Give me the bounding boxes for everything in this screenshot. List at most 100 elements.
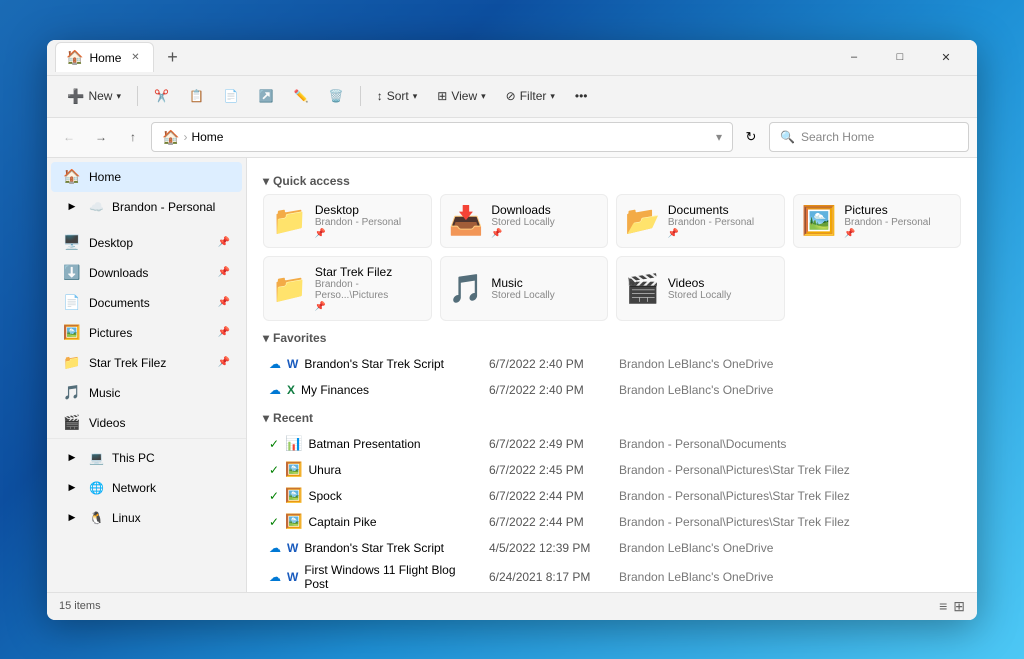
copy-button[interactable]: 📋 (181, 81, 212, 111)
quick-item-videos-text: Videos Stored Locally (668, 276, 731, 301)
sidebar-brandon-label: Brandon - Personal (112, 200, 215, 214)
paste-button[interactable]: 📄 (216, 81, 247, 111)
sidebar-item-home[interactable]: 🏠 Home (51, 162, 242, 192)
sidebar-item-videos[interactable]: 🎬 Videos (51, 408, 242, 438)
cut-button[interactable]: ✂️ (146, 81, 177, 111)
filter-chevron-icon: ▾ (550, 91, 555, 102)
sidebar-item-brandon[interactable]: ▶ ☁️ Brandon - Personal (51, 192, 242, 222)
share-icon: ↗️ (259, 89, 274, 103)
synced-icon: ✓ (269, 437, 279, 451)
synced-icon: ✓ (269, 515, 279, 529)
excel-file-icon: X (287, 383, 295, 397)
sidebar-item-desktop[interactable]: 🖥️ Desktop 📌 (51, 228, 242, 258)
table-row[interactable]: ☁ W Brandon's Star Trek Script 6/7/2022 … (263, 351, 961, 377)
forward-button[interactable]: → (87, 123, 115, 151)
new-button[interactable]: ➕ New ▾ (59, 81, 129, 111)
filter-button[interactable]: ⊘ Filter ▾ (498, 81, 563, 111)
minimize-button[interactable]: – (831, 40, 877, 76)
quick-item-desktop-sub: Brandon - Personal (315, 217, 401, 228)
filter-label: Filter (520, 89, 547, 103)
tab-close-button[interactable]: ✕ (127, 50, 143, 66)
file-name: Batman Presentation (309, 437, 421, 451)
home-icon: 🏠 (63, 168, 81, 185)
sidebar-item-documents[interactable]: 📄 Documents 📌 (51, 288, 242, 318)
table-row[interactable]: ✓ 🖼️ Uhura 6/7/2022 2:45 PM Brandon - Pe… (263, 457, 961, 483)
chevron-right-icon: ▶ (63, 201, 81, 212)
sort-button[interactable]: ↕ Sort ▾ (369, 81, 426, 111)
share-button[interactable]: ↗️ (251, 81, 282, 111)
sidebar-item-network[interactable]: ▶ 🌐 Network (51, 473, 242, 503)
sidebar-item-startrek[interactable]: 📁 Star Trek Filez 📌 (51, 348, 242, 378)
file-location: Brandon - Personal\Pictures\Star Trek Fi… (613, 509, 961, 535)
quick-item-music[interactable]: 🎵 Music Stored Locally (440, 256, 609, 321)
pin-icon-doc: 📌 (218, 297, 230, 308)
cloud-icon: ☁️ (89, 200, 104, 214)
file-location: Brandon LeBlanc's OneDrive (613, 377, 961, 403)
new-icon: ➕ (67, 88, 84, 105)
file-date: 6/7/2022 2:45 PM (483, 457, 613, 483)
search-box[interactable]: 🔍 Search Home (769, 122, 969, 152)
file-location: Brandon - Personal\Pictures\Star Trek Fi… (613, 457, 961, 483)
view-button[interactable]: ⊞ View ▾ (429, 81, 493, 111)
pptx-icon: 📊 (285, 435, 302, 452)
up-button[interactable]: ↑ (119, 123, 147, 151)
back-button[interactable]: ← (55, 123, 83, 151)
sidebar-startrek-label: Star Trek Filez (89, 356, 166, 370)
table-row[interactable]: ✓ 📊 Batman Presentation 6/7/2022 2:49 PM… (263, 431, 961, 457)
quick-item-pictures[interactable]: 🖼️ Pictures Brandon - Personal 📌 (793, 194, 962, 248)
sidebar-item-music[interactable]: 🎵 Music (51, 378, 242, 408)
sidebar-network-label: Network (112, 481, 156, 495)
folder-downloads-icon: 📥 (449, 204, 484, 237)
tab-home-icon: 🏠 (66, 49, 83, 66)
quick-item-videos[interactable]: 🎬 Videos Stored Locally (616, 256, 785, 321)
rename-button[interactable]: ✏️ (286, 81, 317, 111)
sidebar-item-pictures[interactable]: 🖼️ Pictures 📌 (51, 318, 242, 348)
recent-chevron-icon: ▾ (263, 411, 269, 425)
sidebar-item-thispc[interactable]: ▶ 💻 This PC (51, 443, 242, 473)
file-name-cell: ☁ W Brandon's Star Trek Script (269, 357, 477, 371)
refresh-button[interactable]: ↻ (737, 123, 765, 151)
file-location: Brandon LeBlanc's OneDrive (613, 535, 961, 561)
more-button[interactable]: ••• (567, 81, 596, 111)
close-button[interactable]: ✕ (923, 40, 969, 76)
new-tab-button[interactable]: + (158, 43, 186, 71)
table-row[interactable]: ☁ X My Finances 6/7/2022 2:40 PM Brandon… (263, 377, 961, 403)
table-row[interactable]: ✓ 🖼️ Captain Pike 6/7/2022 2:44 PM Brand… (263, 509, 961, 535)
sidebar-item-linux[interactable]: ▶ 🐧 Linux (51, 503, 242, 533)
status-bar: 15 items ≡ ⊞ (47, 592, 977, 620)
address-path[interactable]: 🏠 › Home ▾ (151, 122, 733, 152)
file-date: 4/5/2022 12:39 PM (483, 535, 613, 561)
quick-access-header: ▾ Quick access (263, 174, 961, 188)
sidebar-item-downloads[interactable]: ⬇️ Downloads 📌 (51, 258, 242, 288)
quick-item-documents[interactable]: 📂 Documents Brandon - Personal 📌 (616, 194, 785, 248)
file-location: Brandon LeBlanc's OneDrive (613, 351, 961, 377)
pin-icon: 📌 (218, 237, 230, 248)
quick-item-downloads[interactable]: 📥 Downloads Stored Locally 📌 (440, 194, 609, 248)
cut-icon: ✂️ (154, 89, 169, 103)
quick-item-documents-pin: 📌 (668, 228, 754, 239)
file-name: Spock (309, 489, 342, 503)
list-view-button[interactable]: ≡ (939, 598, 947, 615)
path-dropdown-icon[interactable]: ▾ (716, 130, 722, 144)
onedrive-status-icon: ☁ (269, 570, 281, 584)
quick-item-desktop-text: Desktop Brandon - Personal 📌 (315, 203, 401, 239)
file-name: My Finances (301, 383, 369, 397)
maximize-button[interactable]: □ (877, 40, 923, 76)
home-tab[interactable]: 🏠 Home ✕ (55, 42, 154, 72)
grid-view-button[interactable]: ⊞ (953, 598, 965, 615)
quick-item-startrek[interactable]: 📁 Star Trek Filez Brandon - Perso...\Pic… (263, 256, 432, 321)
folder-documents-icon: 📂 (625, 204, 660, 237)
music-icon: 🎵 (63, 384, 81, 401)
quick-item-pictures-name: Pictures (844, 203, 930, 217)
pictures-icon: 🖼️ (63, 324, 81, 341)
file-date: 6/7/2022 2:44 PM (483, 483, 613, 509)
delete-button[interactable]: 🗑️ (321, 81, 352, 111)
folder-pictures-icon: 🖼️ (802, 204, 837, 237)
file-location: Brandon LeBlanc's OneDrive (613, 561, 961, 592)
table-row[interactable]: ☁ W Brandon's Star Trek Script 4/5/2022 … (263, 535, 961, 561)
table-row[interactable]: ☁ W First Windows 11 Flight Blog Post 6/… (263, 561, 961, 592)
quick-item-desktop[interactable]: 📁 Desktop Brandon - Personal 📌 (263, 194, 432, 248)
folder-music-icon: 🎵 (449, 272, 484, 305)
table-row[interactable]: ✓ 🖼️ Spock 6/7/2022 2:44 PM Brandon - Pe… (263, 483, 961, 509)
sidebar-videos-label: Videos (89, 416, 125, 430)
